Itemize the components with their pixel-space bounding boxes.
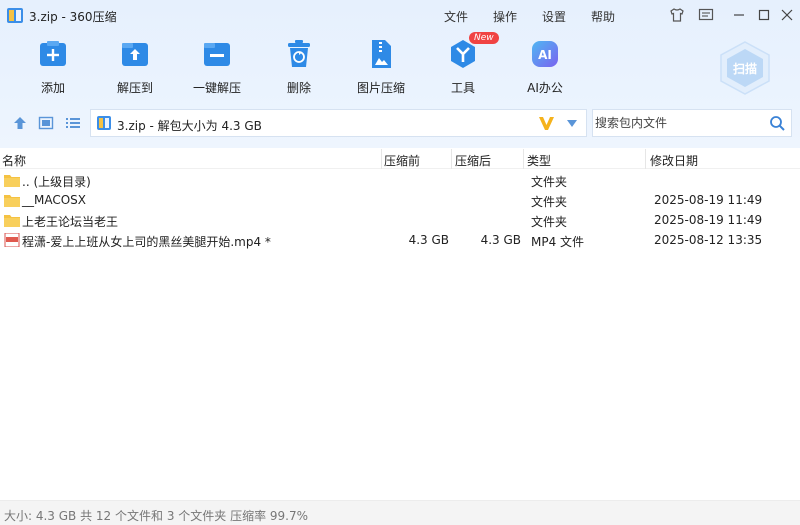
chevron-down-icon[interactable] xyxy=(567,120,577,127)
status-text: 大小: 4.3 GB 共 12 个文件和 3 个文件夹 压缩率 99.7% xyxy=(4,509,309,523)
window-title: 3.zip - 360压缩 xyxy=(29,10,117,24)
v-logo-icon[interactable] xyxy=(538,115,555,131)
app-logo-icon xyxy=(7,8,23,23)
folder-icon xyxy=(4,195,20,207)
extract-to-icon xyxy=(122,43,148,66)
column-header: 名称 压缩前 压缩后 类型 修改日期 xyxy=(0,149,800,169)
file-type: MP4 文件 xyxy=(531,235,585,249)
tools-label: 工具 xyxy=(450,81,475,95)
tools-button[interactable]: New 工具 xyxy=(428,32,499,98)
table-row[interactable]: .. (上级目录) 文件夹 xyxy=(0,170,800,190)
column-size-after[interactable]: 压缩后 xyxy=(455,152,491,169)
one-click-extract-icon xyxy=(204,43,230,66)
menu-file[interactable]: 文件 xyxy=(444,8,468,25)
image-compress-label: 图片压缩 xyxy=(356,81,405,95)
file-name: 程潇-爱上上班从女上司的黑丝美腿开始.mp4 * xyxy=(22,235,271,249)
column-divider[interactable] xyxy=(523,149,524,169)
file-modified: 2025-08-12 13:35 xyxy=(654,233,763,247)
search-icon[interactable] xyxy=(769,115,786,132)
ai-office-label: AI办公 xyxy=(527,81,563,95)
file-name: __MACOSX xyxy=(22,193,87,207)
delete-icon xyxy=(288,40,310,67)
file-size-before: 4.3 GB xyxy=(408,233,449,247)
extract-to-label: 解压到 xyxy=(116,81,153,95)
scan-label: 扫描 xyxy=(733,61,757,76)
column-modified[interactable]: 修改日期 xyxy=(650,152,698,169)
feedback-icon[interactable] xyxy=(697,6,715,24)
delete-button[interactable]: 删除 xyxy=(264,38,334,98)
svg-text:AI: AI xyxy=(538,48,552,62)
ai-office-icon: AI xyxy=(532,41,558,67)
table-row[interactable]: __MACOSX 文件夹 2025-08-19 11:49 xyxy=(0,190,800,210)
new-badge: New xyxy=(469,32,499,44)
address-bar[interactable]: 3.zip - 解包大小为 4.3 GB xyxy=(90,109,587,137)
column-divider[interactable] xyxy=(451,149,452,169)
folder-icon xyxy=(4,215,20,227)
address-path: 3.zip - 解包大小为 4.3 GB xyxy=(117,119,262,133)
title-bar: 3.zip - 360压缩 文件 操作 设置 帮助 xyxy=(0,0,800,30)
file-name: .. (上级目录) xyxy=(22,175,91,189)
one-click-extract-button[interactable]: 一键解压 xyxy=(182,38,252,98)
maximize-icon[interactable] xyxy=(755,6,773,24)
file-name: 上老王论坛当老王 xyxy=(22,215,119,229)
file-size-after: 4.3 GB xyxy=(480,233,521,247)
search-field xyxy=(592,109,792,137)
status-bar: 大小: 4.3 GB 共 12 个文件和 3 个文件夹 压缩率 99.7% xyxy=(0,500,800,525)
scan-button[interactable]: 扫描 xyxy=(717,40,773,96)
column-name[interactable]: 名称 xyxy=(2,152,26,169)
menu-help[interactable]: 帮助 xyxy=(591,8,615,25)
up-level-icon[interactable] xyxy=(11,114,29,132)
ai-office-button[interactable]: AI AI办公 xyxy=(510,38,580,98)
skin-icon[interactable] xyxy=(668,6,686,24)
add-icon xyxy=(40,41,66,66)
column-divider[interactable] xyxy=(645,149,646,169)
menu-operation[interactable]: 操作 xyxy=(493,8,517,25)
one-click-extract-label: 一键解压 xyxy=(192,81,241,95)
file-type: 文件夹 xyxy=(531,175,568,189)
table-row[interactable]: 上老王论坛当老王 文件夹 2025-08-19 11:49 xyxy=(0,210,800,230)
zip-file-icon xyxy=(97,116,111,130)
column-size-before[interactable]: 压缩前 xyxy=(384,152,420,169)
extract-to-button[interactable]: 解压到 xyxy=(100,38,170,98)
menu-settings[interactable]: 设置 xyxy=(542,8,566,25)
folder-icon xyxy=(4,175,20,187)
file-modified: 2025-08-19 11:49 xyxy=(654,213,763,227)
column-type[interactable]: 类型 xyxy=(527,152,551,169)
minimize-icon[interactable] xyxy=(730,6,748,24)
table-row[interactable]: 程潇-爱上上班从女上司的黑丝美腿开始.mp4 * 4.3 GB 4.3 GB M… xyxy=(0,230,800,250)
search-input[interactable] xyxy=(595,113,765,133)
close-icon[interactable] xyxy=(778,6,796,24)
image-compress-button[interactable]: 图片压缩 xyxy=(346,38,416,98)
file-modified: 2025-08-19 11:49 xyxy=(654,193,763,207)
delete-label: 删除 xyxy=(286,81,311,95)
add-button[interactable]: 添加 xyxy=(18,38,88,98)
column-divider[interactable] xyxy=(381,149,382,169)
thumbnail-view-icon[interactable] xyxy=(37,114,55,132)
image-compress-icon xyxy=(372,40,391,68)
list-view-icon[interactable] xyxy=(64,114,82,132)
mp4-file-icon xyxy=(4,233,20,247)
file-type: 文件夹 xyxy=(531,195,568,209)
file-type: 文件夹 xyxy=(531,215,568,229)
add-label: 添加 xyxy=(40,81,65,95)
